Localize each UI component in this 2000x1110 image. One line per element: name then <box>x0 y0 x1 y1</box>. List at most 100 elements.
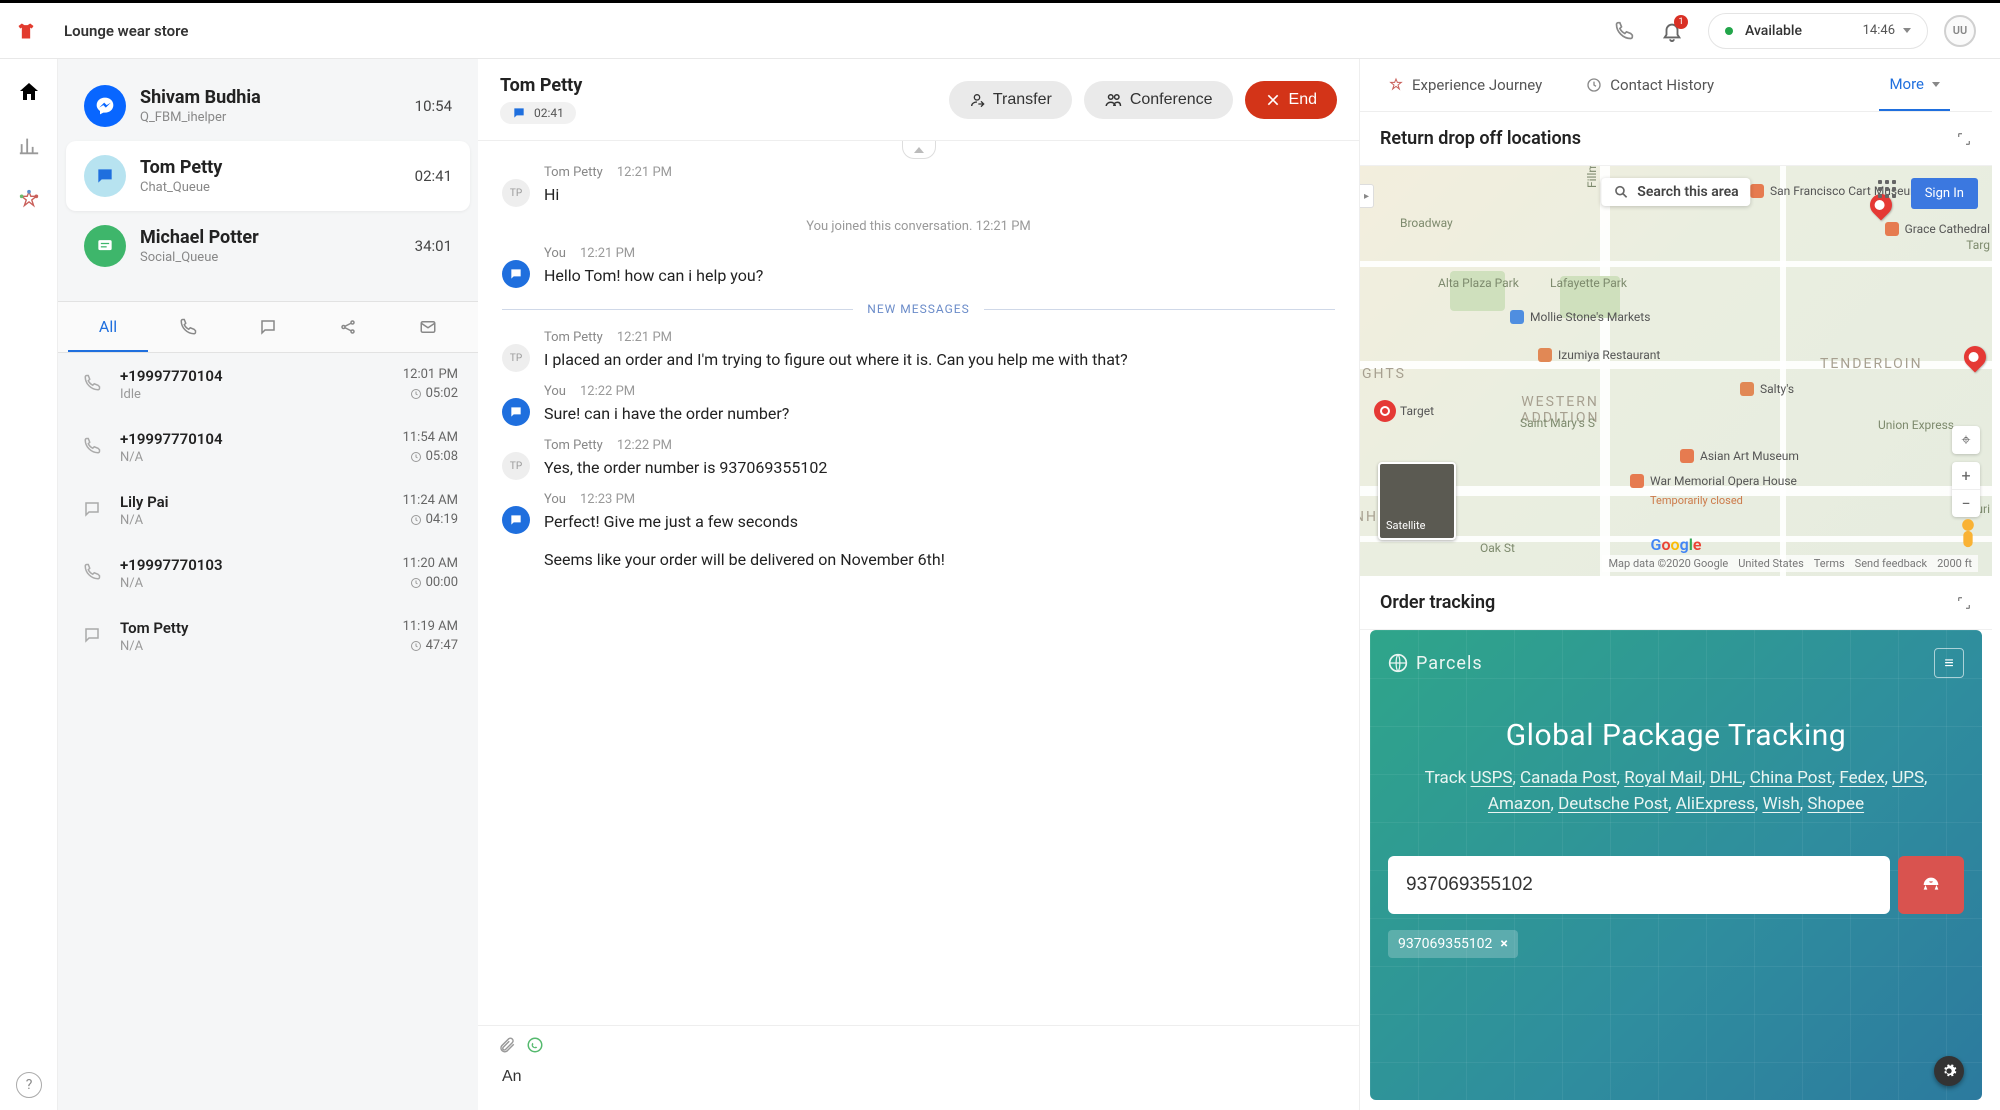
app-logo <box>16 21 36 41</box>
history-duration: 05:02 <box>403 386 458 401</box>
target-marker[interactable] <box>1374 400 1396 422</box>
history-item[interactable]: Lily Pai N/A11:24 AM 04:19 <box>58 479 478 542</box>
close-icon[interactable]: × <box>1500 936 1507 952</box>
history-item[interactable]: +19997770104Idle12:01 PM05:02 <box>58 353 478 416</box>
expand-icon[interactable] <box>1956 595 1972 611</box>
user-avatar[interactable]: UU <box>1944 15 1976 47</box>
tab-more[interactable]: More <box>1879 59 1950 111</box>
map-search-pill[interactable]: Search this area <box>1601 178 1750 206</box>
message-text: Yes, the order number is 937069355102 <box>544 457 827 479</box>
tab-contact-history[interactable]: Contact History <box>1576 60 1724 110</box>
parcels-description: Track USPS, Canada Post, Royal Mail, DHL… <box>1388 765 1964 818</box>
message-sender: Tom Petty <box>544 438 603 453</box>
google-logo: Google <box>1651 535 1702 554</box>
history-duration: 47:47 <box>403 638 458 653</box>
nav-star-icon[interactable] <box>16 187 42 213</box>
availability-pill[interactable]: Available 14:46 <box>1708 13 1928 49</box>
contact-item[interactable]: Tom Petty Chat_Queue 02:41 <box>66 141 470 211</box>
end-button[interactable]: End <box>1245 81 1337 119</box>
history-tab-all[interactable]: All <box>68 302 148 352</box>
expand-icon[interactable] <box>1956 131 1972 147</box>
notifications-icon[interactable]: 1 <box>1660 19 1684 43</box>
parcels-headline: Global Package Tracking <box>1388 718 1964 753</box>
history-sub: Idle <box>120 387 403 402</box>
map-expand-tab[interactable]: ▸ <box>1360 184 1374 208</box>
history-time: 12:01 PM <box>403 367 458 382</box>
message-sender: You <box>544 384 566 399</box>
map-locate-button[interactable]: ⌖ <box>1952 426 1980 454</box>
avatar: TP <box>502 452 530 480</box>
history-name: Tom Petty <box>120 619 403 637</box>
history-time: 11:19 AM <box>403 619 458 634</box>
tab-experience-journey[interactable]: Experience Journey <box>1378 60 1552 110</box>
message-time: 12:22 PM <box>617 438 672 453</box>
clock-time: 14:46 <box>1863 23 1895 38</box>
apps-grid-icon[interactable] <box>1878 180 1896 198</box>
help-icon[interactable]: ? <box>16 1072 42 1098</box>
history-time: 11:24 AM <box>403 493 458 508</box>
pegman-icon[interactable] <box>1954 518 1982 550</box>
message-row: TPTom Petty12:21 PMHi <box>502 165 1335 207</box>
message-sender: You <box>544 492 566 507</box>
order-tracking-title: Order tracking <box>1380 592 1495 613</box>
message-row: TPTom Petty12:21 PMI placed an order and… <box>502 330 1335 372</box>
history-item[interactable]: +19997770104N/A11:54 AM05:08 <box>58 416 478 479</box>
history-time: 11:54 AM <box>403 430 458 445</box>
message-text: Seems like your order will be delivered … <box>544 549 945 571</box>
nav-home-icon[interactable] <box>16 79 42 105</box>
phone-icon <box>78 558 106 586</box>
history-sub: N/A <box>120 639 403 654</box>
phone-icon <box>78 369 106 397</box>
contact-queue: Q_FBM_ihelper <box>140 110 415 125</box>
history-name: Lily Pai <box>120 493 403 511</box>
history-item[interactable]: +19997770103N/A11:20 AM00:00 <box>58 542 478 605</box>
tracking-chip[interactable]: 937069355102 × <box>1388 930 1518 958</box>
message-text: Sure! can i have the order number? <box>544 403 789 425</box>
chat-timer-value: 02:41 <box>534 106 564 120</box>
contact-item[interactable]: Michael Potter Social_Queue 34:01 <box>66 211 470 281</box>
attach-icon[interactable] <box>498 1036 516 1054</box>
message-row: You12:23 PMPerfect! Give me just a few s… <box>502 492 1335 572</box>
chat-icon <box>502 506 530 534</box>
whatsapp-icon[interactable] <box>526 1036 544 1054</box>
message-text: Hello Tom! how can i help you? <box>544 265 763 287</box>
history-item[interactable]: Tom Petty N/A11:19 AM 47:47 <box>58 605 478 668</box>
message-time: 12:22 PM <box>580 384 635 399</box>
parcels-menu-icon[interactable]: ≡ <box>1934 648 1964 678</box>
contact-name: Shivam Budhia <box>140 87 415 109</box>
message-sender: Tom Petty <box>544 330 603 345</box>
history-tab-social[interactable] <box>308 302 388 352</box>
collapse-handle[interactable] <box>902 141 936 159</box>
history-tab-chat[interactable] <box>228 302 308 352</box>
map-zoom-control[interactable]: +− <box>1952 462 1980 517</box>
map-widget[interactable]: Broadway Alta Plaza Park Lafayette Park … <box>1360 166 1992 576</box>
tracking-search-button[interactable] <box>1898 856 1964 914</box>
message-row: You 12:22 PM Sure! can i have the order nu… <box>502 384 1335 426</box>
contact-name: Tom Petty <box>140 157 415 179</box>
history-name: +19997770103 <box>120 556 403 574</box>
gear-icon[interactable] <box>1934 1056 1964 1086</box>
avatar: TP <box>502 179 530 207</box>
chevron-down-icon <box>1932 82 1940 87</box>
nav-analytics-icon[interactable] <box>16 133 42 159</box>
map-attribution: Map data ©2020 GoogleUnited StatesTermsS… <box>1602 555 1978 572</box>
message-input[interactable] <box>498 1060 1339 1094</box>
map-signin-button[interactable]: Sign In <box>1911 178 1978 209</box>
conference-button[interactable]: Conference <box>1084 81 1233 119</box>
chat-icon <box>502 260 530 288</box>
history-tab-email[interactable] <box>388 302 468 352</box>
history-duration: 05:08 <box>403 449 458 464</box>
chat-icon <box>78 621 106 649</box>
history-tab-phone[interactable] <box>148 302 228 352</box>
transfer-button[interactable]: Transfer <box>949 81 1072 119</box>
contact-item[interactable]: Shivam Budhia Q_FBM_ihelper 10:54 <box>66 71 470 141</box>
satellite-toggle[interactable]: Satellite <box>1378 462 1456 540</box>
tracking-input[interactable] <box>1388 856 1890 914</box>
history-duration: 04:19 <box>403 512 458 527</box>
phone-icon[interactable] <box>1612 19 1636 43</box>
contact-timer: 02:41 <box>415 167 452 185</box>
history-sub: N/A <box>120 513 403 528</box>
chat-contact-name: Tom Petty <box>500 75 937 96</box>
contact-timer: 34:01 <box>415 237 452 255</box>
contact-queue: Social_Queue <box>140 250 415 265</box>
